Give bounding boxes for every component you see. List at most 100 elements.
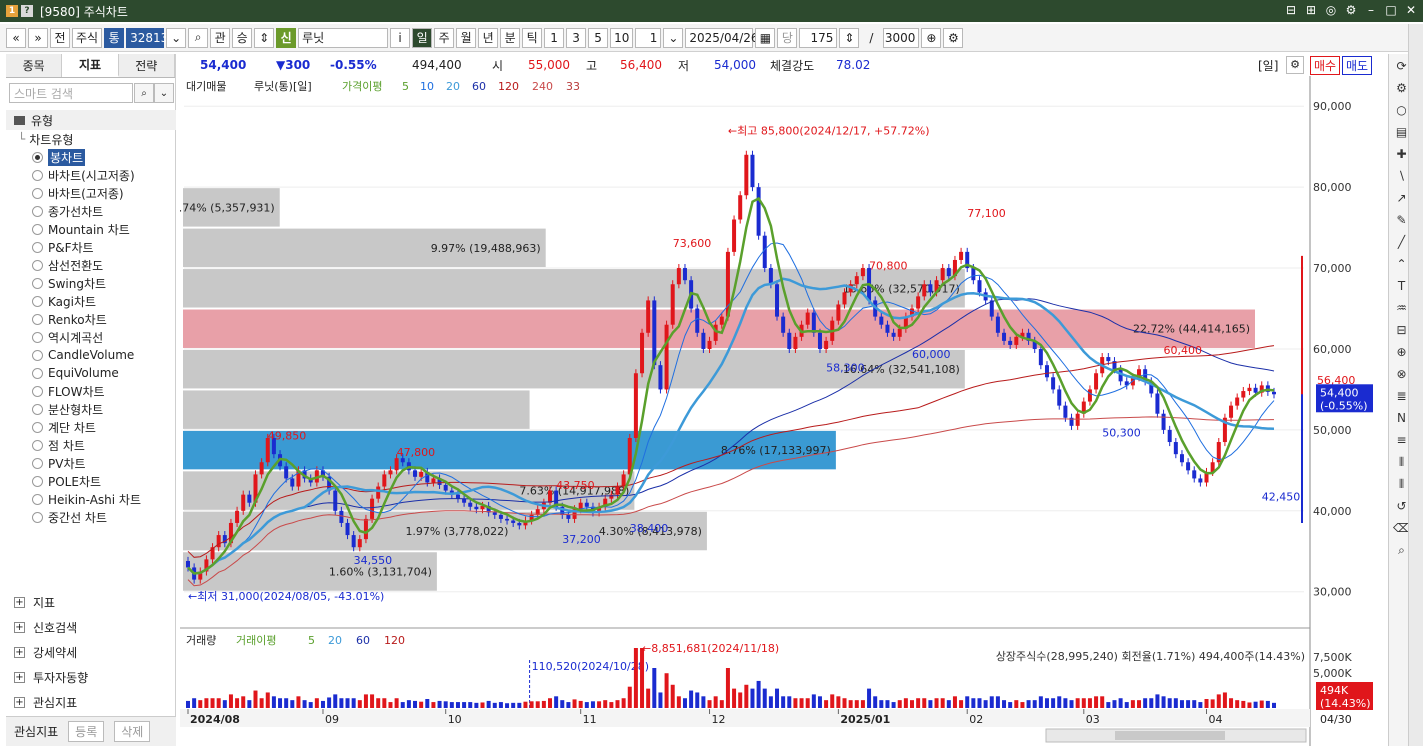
- maximize-icon[interactable]: □: [1383, 2, 1399, 18]
- radio-icon[interactable]: [32, 313, 43, 325]
- period-year[interactable]: 년: [478, 27, 499, 48]
- chevron-down-icon[interactable]: ⌄: [154, 83, 174, 103]
- chart-type-19[interactable]: Heikin-Ashi 차트: [6, 490, 176, 508]
- radio-icon[interactable]: [32, 277, 43, 289]
- count-input[interactable]: 175: [799, 27, 838, 48]
- tab-indicators[interactable]: 지표: [62, 54, 119, 77]
- stock-chart[interactable]: 90,000 80,000 70,000 60,000 50,000 40,000 30,0…: [180, 76, 1386, 746]
- code-input[interactable]: 328130: [126, 27, 176, 48]
- radio-icon[interactable]: [32, 241, 43, 253]
- all-button[interactable]: 전: [50, 27, 70, 48]
- group-1[interactable]: + 신호검색: [6, 615, 176, 639]
- radio-icon[interactable]: [32, 385, 43, 397]
- gear-icon[interactable]: ⚙: [1343, 2, 1359, 18]
- chart-type-1[interactable]: 바차트(시고저종): [6, 166, 176, 184]
- settings-icon[interactable]: ⚙: [943, 27, 964, 48]
- vertical-scrollbar[interactable]: [1408, 24, 1423, 746]
- radio-icon[interactable]: [32, 475, 43, 487]
- chart-type-8[interactable]: Kagi차트: [6, 292, 176, 310]
- chart-type-18[interactable]: POLE차트: [6, 472, 176, 490]
- radio-icon[interactable]: [32, 421, 43, 433]
- chart-type-12[interactable]: EquiVolume: [6, 364, 176, 382]
- search-icon[interactable]: ⌕: [134, 83, 154, 103]
- chart-type-11[interactable]: CandleVolume: [6, 346, 176, 364]
- updown-icon[interactable]: ⇕: [254, 27, 275, 48]
- gwan-button[interactable]: 관: [210, 27, 231, 48]
- tong-button[interactable]: 통: [104, 27, 125, 48]
- chart-type-16[interactable]: 점 차트: [6, 436, 176, 454]
- delete-button[interactable]: 삭제: [114, 721, 151, 742]
- num-10[interactable]: 10: [610, 27, 634, 48]
- calendar-icon[interactable]: ▦: [755, 27, 776, 48]
- radio-icon[interactable]: [32, 493, 43, 505]
- radio-icon[interactable]: [32, 169, 43, 181]
- save-icon[interactable]: ⊞: [1303, 2, 1319, 18]
- num-1[interactable]: 1: [544, 27, 565, 48]
- total-input[interactable]: 3000: [883, 27, 920, 48]
- sin-badge[interactable]: 신: [276, 27, 297, 48]
- group-0[interactable]: + 지표: [6, 590, 176, 614]
- expand-icon[interactable]: +: [14, 621, 25, 633]
- radio-icon[interactable]: [32, 511, 43, 523]
- num-3[interactable]: 3: [566, 27, 587, 48]
- group-4[interactable]: + 관심지표: [6, 690, 176, 714]
- chart-type-5[interactable]: P&F차트: [6, 238, 176, 256]
- search-icon[interactable]: ⌕: [188, 27, 209, 48]
- chart-type-13[interactable]: FLOW차트: [6, 382, 176, 400]
- radio-icon[interactable]: [32, 331, 43, 343]
- period-day[interactable]: 일: [412, 27, 433, 48]
- chart-type-2[interactable]: 바차트(고저종): [6, 184, 176, 202]
- stock-name[interactable]: 루닛: [298, 27, 389, 48]
- num-select[interactable]: 1: [635, 27, 662, 48]
- chart-type-4[interactable]: Mountain 차트: [6, 220, 176, 238]
- pin-icon[interactable]: ⊟: [1283, 2, 1299, 18]
- dang-button[interactable]: 당: [777, 27, 798, 48]
- group-3[interactable]: + 투자자동향: [6, 665, 176, 689]
- market-select[interactable]: 주식: [72, 27, 103, 48]
- radio-icon[interactable]: [32, 187, 43, 199]
- sung-button[interactable]: 승: [232, 27, 253, 48]
- period-tick[interactable]: 틱: [522, 27, 543, 48]
- tab-strategy[interactable]: 전략: [118, 54, 175, 77]
- count-stepper[interactable]: ⇕: [839, 27, 860, 48]
- type-group[interactable]: 유형: [6, 110, 176, 130]
- prev-button[interactable]: «: [6, 27, 26, 48]
- expand-icon[interactable]: +: [14, 696, 25, 708]
- group-2[interactable]: + 강세약세: [6, 640, 176, 664]
- chart-type-20[interactable]: 중간선 차트: [6, 508, 176, 526]
- period-week[interactable]: 주: [434, 27, 455, 48]
- date-input[interactable]: 2025/04/26: [685, 27, 759, 48]
- dropdown-button[interactable]: »: [28, 27, 48, 48]
- radio-icon[interactable]: [32, 151, 43, 163]
- radio-icon[interactable]: [32, 403, 43, 415]
- quote-settings-icon[interactable]: ⚙: [1286, 56, 1304, 74]
- radio-icon[interactable]: [32, 223, 43, 235]
- radio-icon[interactable]: [32, 259, 43, 271]
- chevron-down-icon[interactable]: ⌄: [166, 27, 187, 48]
- chart-type-17[interactable]: PV차트: [6, 454, 176, 472]
- smart-search-input[interactable]: 스마트 검색: [9, 83, 133, 103]
- chart-type-0[interactable]: 봉차트: [6, 148, 176, 166]
- num-5[interactable]: 5: [588, 27, 609, 48]
- expand-icon[interactable]: +: [14, 671, 25, 683]
- help-icon[interactable]: ?: [21, 5, 33, 17]
- zoom-icon[interactable]: ⊕: [921, 27, 942, 48]
- radio-icon[interactable]: [32, 367, 43, 379]
- tab-stocks[interactable]: 종목: [6, 54, 63, 77]
- radio-icon[interactable]: [32, 205, 43, 217]
- close-icon[interactable]: ✕: [1403, 2, 1419, 18]
- radio-icon[interactable]: [32, 439, 43, 451]
- expand-icon[interactable]: +: [14, 596, 25, 608]
- minimize-icon[interactable]: –: [1363, 2, 1379, 18]
- register-button[interactable]: 등록: [68, 721, 105, 742]
- chart-type-10[interactable]: 역시계곡선: [6, 328, 176, 346]
- info-button[interactable]: i: [390, 27, 411, 48]
- chart-type-14[interactable]: 분산형차트: [6, 400, 176, 418]
- period-minute[interactable]: 분: [500, 27, 521, 48]
- sell-button[interactable]: 매도: [1342, 55, 1373, 75]
- chart-type-7[interactable]: Swing차트: [6, 274, 176, 292]
- radio-icon[interactable]: [32, 457, 43, 469]
- chart-type-6[interactable]: 삼선전환도: [6, 256, 176, 274]
- camera-icon[interactable]: ◎: [1323, 2, 1339, 18]
- radio-icon[interactable]: [32, 349, 43, 361]
